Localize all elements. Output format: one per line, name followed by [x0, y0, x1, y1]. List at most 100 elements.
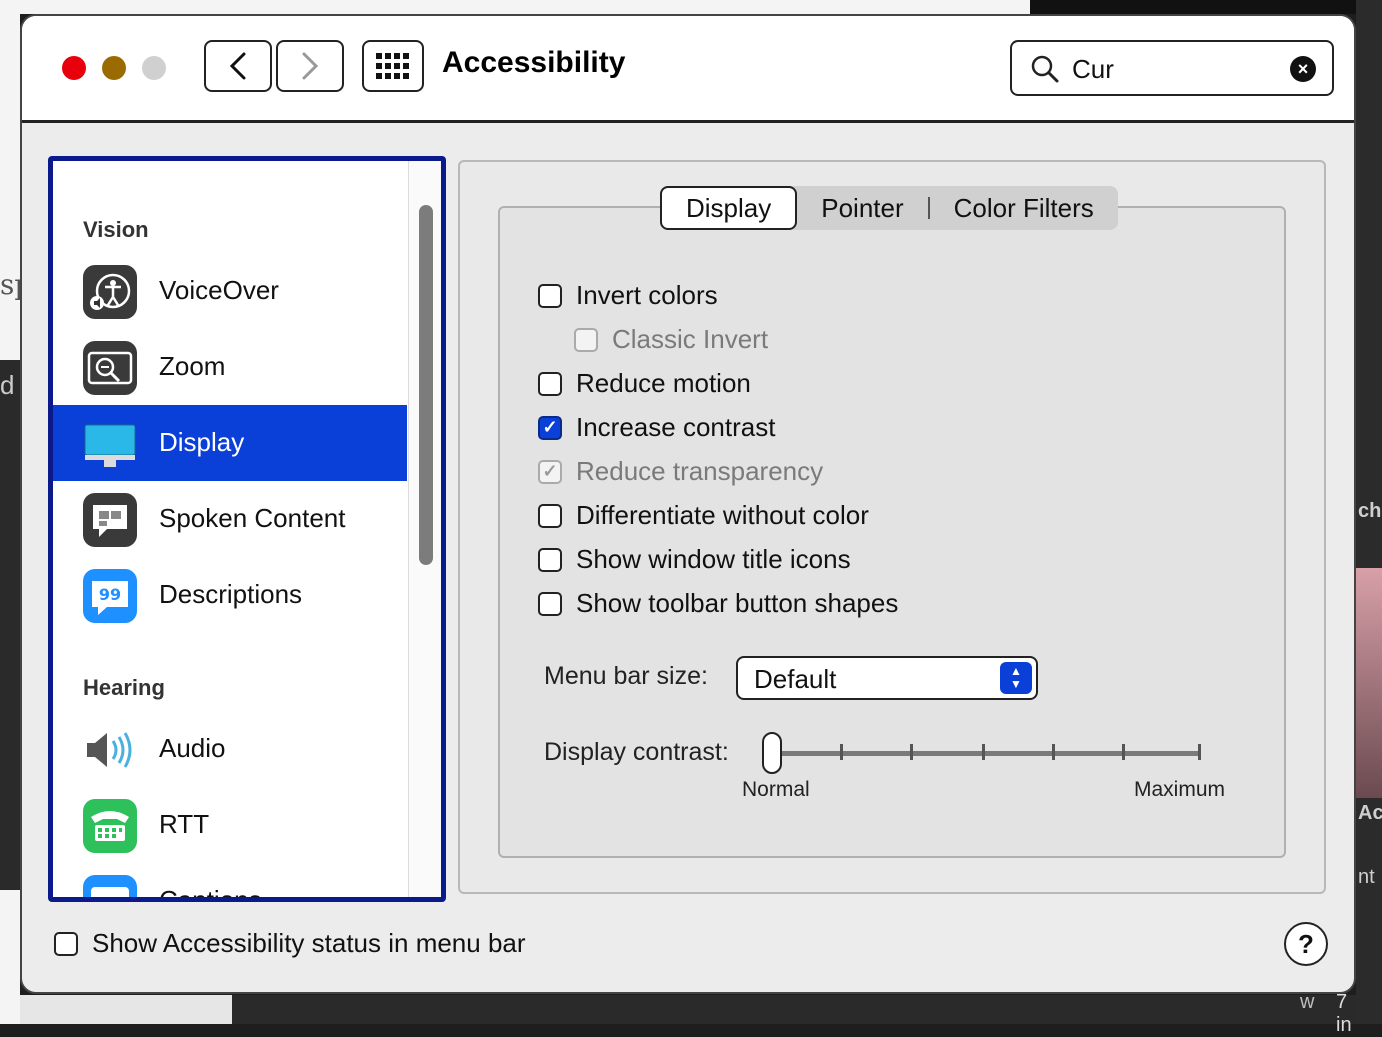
display-icon [83, 417, 137, 471]
rtt-icon [83, 799, 137, 853]
background-text: Ac [1358, 802, 1382, 824]
back-button[interactable] [204, 40, 272, 92]
background-light-area [20, 995, 232, 1024]
search-input[interactable]: Cur [1072, 54, 1114, 85]
show-window-title-icons-checkbox[interactable] [538, 547, 562, 572]
invert-colors-option[interactable]: Invert colors [538, 280, 718, 311]
help-button[interactable]: ? [1284, 922, 1328, 966]
forward-button[interactable] [276, 40, 344, 92]
display-contrast-label: Display contrast: [544, 738, 729, 766]
option-label: Differentiate without color [576, 500, 869, 530]
chevron-right-icon [302, 52, 319, 80]
voiceover-icon [83, 265, 137, 319]
tab-bar: Display Pointer Color Filters [660, 186, 1118, 230]
tab-display[interactable]: Display [660, 186, 798, 230]
title-bar: Accessibility Cur × [22, 16, 1354, 123]
background-text: 7 in [1336, 991, 1352, 1036]
option-label: Show toolbar button shapes [576, 588, 899, 618]
section-heading-vision: Vision [83, 217, 149, 242]
background-dark-strip: d [0, 360, 20, 890]
show-toolbar-button-shapes-option[interactable]: Show toolbar button shapes [538, 588, 898, 619]
option-label: Increase contrast [576, 412, 776, 442]
accessibility-status-checkbox[interactable] [54, 931, 78, 956]
increase-contrast-option[interactable]: ✓ Increase contrast [538, 412, 775, 443]
sidebar-scrollbar[interactable] [408, 161, 441, 897]
captions-icon [83, 875, 137, 897]
slider-min-label: Normal [742, 778, 810, 801]
reduce-motion-option[interactable]: Reduce motion [538, 368, 751, 399]
sidebar-list[interactable]: Vision VoiceOver Zoom Display Spoken Con… [48, 156, 446, 902]
sidebar-item-label: Audio [159, 733, 226, 763]
sidebar-item-zoom[interactable]: Zoom [53, 329, 407, 405]
option-label: Show window title icons [576, 544, 851, 574]
background-window-bottom: w 7 in [20, 991, 1356, 1036]
section-heading-hearing: Hearing [83, 675, 165, 700]
show-toolbar-button-shapes-checkbox[interactable] [538, 591, 562, 616]
reduce-transparency-checkbox: ✓ [538, 459, 562, 484]
sidebar-item-label: Descriptions [159, 579, 303, 609]
background-window-top [20, 0, 1030, 14]
reduce-motion-checkbox[interactable] [538, 371, 562, 396]
sidebar-item-rtt[interactable]: RTT [53, 787, 407, 863]
sidebar-item-label: RTT [159, 809, 210, 839]
option-label: Reduce motion [576, 368, 751, 398]
slider-tick [910, 744, 913, 760]
search-field[interactable]: Cur × [1010, 40, 1334, 96]
differentiate-without-color-option[interactable]: Differentiate without color [538, 500, 869, 531]
sidebar-item-audio[interactable]: Audio [53, 711, 407, 787]
audio-icon [83, 723, 137, 777]
option-label: Classic Invert [612, 324, 769, 354]
tab-color-filters[interactable]: Color Filters [930, 186, 1118, 230]
descriptions-icon: 99 [83, 569, 137, 623]
slider-tick [1198, 744, 1201, 760]
zoom-icon [83, 341, 137, 395]
menu-bar-size-label: Menu bar size: [544, 662, 708, 690]
increase-contrast-checkbox[interactable]: ✓ [538, 415, 562, 440]
option-label: Show Accessibility status in menu bar [92, 928, 526, 958]
slider-tick [982, 744, 985, 760]
minimize-button[interactable] [102, 56, 126, 80]
close-button[interactable] [62, 56, 86, 80]
classic-invert-option: Classic Invert [574, 324, 768, 355]
sidebar-item-label: Captions [159, 885, 262, 902]
window-title: Accessibility [442, 46, 626, 79]
sidebar-item-voiceover[interactable]: VoiceOver [53, 253, 407, 329]
sidebar-item-label: Display [159, 427, 245, 457]
accessibility-window: Accessibility Cur × Vision VoiceOver Zoo… [20, 14, 1356, 994]
sidebar-item-label: VoiceOver [159, 275, 279, 305]
show-all-button[interactable] [362, 40, 424, 92]
tab-pointer[interactable]: Pointer [797, 186, 927, 230]
accessibility-status-option[interactable]: Show Accessibility status in menu bar [54, 928, 526, 959]
menu-bar-size-popup[interactable]: Default ▲ ▼ [736, 656, 1038, 700]
background-dark-top [1030, 0, 1382, 14]
option-label: Reduce transparency [576, 456, 824, 486]
sidebar-item-descriptions[interactable]: 99 Descriptions [53, 557, 407, 633]
sidebar-item-spoken-content[interactable]: Spoken Content [53, 481, 407, 557]
background-text: ch [1358, 500, 1382, 522]
grid-icon [376, 53, 409, 79]
background-text: nt [1358, 866, 1375, 888]
slider-tick [1052, 744, 1055, 760]
slider-tick [1122, 744, 1125, 760]
sidebar-item-label: Spoken Content [159, 503, 346, 533]
invert-colors-checkbox[interactable] [538, 283, 562, 308]
slider-tick [840, 744, 843, 760]
classic-invert-checkbox [574, 327, 598, 352]
option-label: Invert colors [576, 280, 718, 310]
scrollbar-thumb[interactable] [419, 205, 433, 565]
show-window-title-icons-option[interactable]: Show window title icons [538, 544, 851, 575]
background-image [1356, 568, 1382, 798]
zoom-button[interactable] [142, 56, 166, 80]
slider-knob[interactable] [762, 732, 782, 774]
clear-search-icon[interactable]: × [1290, 56, 1316, 82]
background-text: w [1300, 991, 1315, 1013]
slider-max-label: Maximum [1134, 778, 1226, 801]
up-down-chevron-icon: ▲ ▼ [1000, 662, 1032, 694]
search-icon [1031, 55, 1059, 83]
differentiate-without-color-checkbox[interactable] [538, 503, 562, 528]
chevron-left-icon [229, 52, 246, 80]
sidebar-item-display[interactable]: Display [53, 405, 407, 481]
sidebar-item-captions[interactable]: Captions [53, 863, 407, 902]
sidebar-item-label: Zoom [159, 351, 226, 381]
spoken-content-icon [83, 493, 137, 547]
